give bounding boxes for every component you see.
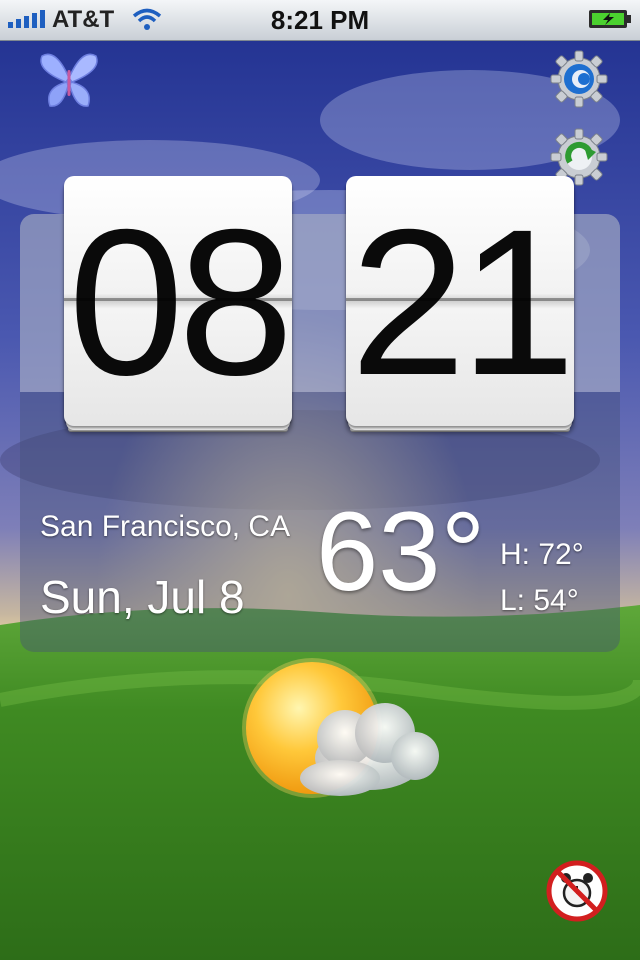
current-temperature: 63° <box>316 489 486 614</box>
high-temperature: H: 72° <box>500 538 584 571</box>
card-edge <box>68 426 288 432</box>
hour-flip-card: 08 <box>64 176 294 432</box>
status-time: 8:21 PM <box>270 5 370 35</box>
minute-card-split <box>346 298 574 301</box>
minute-flip-card: 21 <box>346 176 576 432</box>
status-bar: AT&T 8:21 PM <box>0 0 640 41</box>
low-temperature: L: 54° <box>500 584 579 617</box>
partly-cloudy-icon[interactable] <box>230 648 450 818</box>
hour-card-split <box>64 298 292 301</box>
alarm-off-icon[interactable] <box>546 860 608 922</box>
settings-gear-icon[interactable] <box>550 50 608 108</box>
date-label: Sun, Jul 8 <box>40 571 245 623</box>
hour-digits: 08 <box>68 187 293 419</box>
card-edge <box>350 426 570 432</box>
battery-charging-icon <box>589 10 631 28</box>
butterfly-icon[interactable] <box>36 48 102 112</box>
minute-digits: 21 <box>350 187 575 419</box>
city-label: San Francisco, CA <box>40 510 291 543</box>
